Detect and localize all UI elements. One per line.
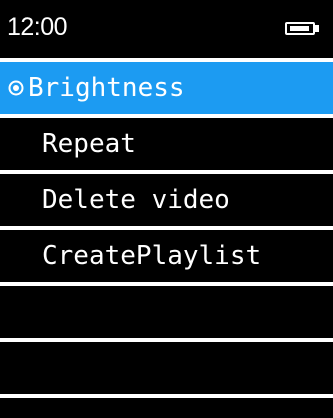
battery-level-fill — [290, 26, 309, 31]
battery-icon — [285, 22, 315, 35]
status-bar: 12:00 — [0, 0, 333, 58]
menu-item-create-playlist[interactable]: CreatePlaylist — [0, 230, 333, 282]
menu-item-label: Repeat — [42, 129, 136, 159]
menu-item-label: Brightness — [28, 73, 185, 103]
menu-item-partial — [0, 398, 333, 418]
menu-item-label: CreatePlaylist — [42, 241, 262, 271]
device-screen: 12:00 Brightness Repeat Delete video Cre… — [0, 0, 333, 418]
clock: 12:00 — [7, 13, 68, 41]
menu-item-empty — [0, 342, 333, 394]
menu-item-delete-video[interactable]: Delete video — [0, 174, 333, 226]
menu-item-brightness[interactable]: Brightness — [0, 62, 333, 114]
menu-item-repeat[interactable]: Repeat — [0, 118, 333, 170]
menu-item-empty — [0, 286, 333, 338]
battery-tip — [315, 25, 319, 32]
menu-item-label: Delete video — [42, 185, 230, 215]
radio-selected-icon — [8, 80, 24, 96]
